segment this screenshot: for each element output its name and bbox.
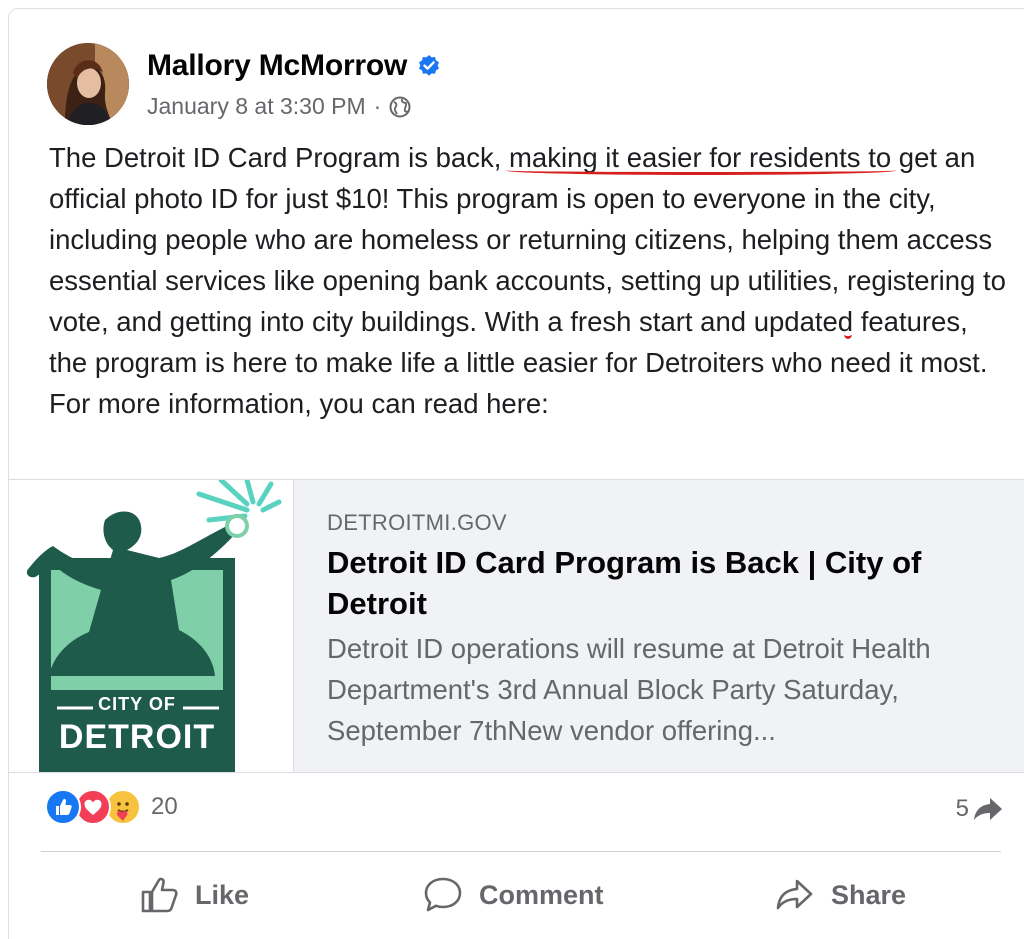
- reaction-count[interactable]: 20: [151, 793, 178, 821]
- link-description: Detroit ID operations will resume at Det…: [327, 633, 931, 746]
- share-button[interactable]: Share: [775, 865, 906, 925]
- globe-icon: [389, 96, 411, 117]
- author-name-row: Mallory McMorrow: [147, 49, 441, 83]
- link-preview-body[interactable]: DETROITMI.GOV Detroit ID Card Program is…: [327, 510, 1007, 751]
- post-card: Mallory McMorrow January 8 at 3:30 PM · …: [8, 8, 1024, 939]
- link-title[interactable]: Detroit ID Card Program is Back | City o…: [327, 542, 1007, 624]
- avatar-photo: [47, 43, 129, 125]
- comment-button[interactable]: Comment: [423, 865, 604, 925]
- link-preview[interactable]: CITY OF DETROIT DETROITMI.GOV Detroit ID…: [9, 479, 1024, 773]
- share-arrow-icon: [974, 798, 1002, 820]
- like-button[interactable]: Like: [139, 865, 249, 925]
- share-count[interactable]: 5: [956, 795, 1003, 823]
- city-of-detroit-logo: CITY OF DETROIT: [9, 480, 294, 772]
- share-count-value: 5: [955, 795, 969, 822]
- thumbs-up-icon: [141, 877, 178, 913]
- reaction-summary[interactable]: 20: [45, 789, 178, 825]
- share-label: Share: [831, 879, 907, 910]
- author-name[interactable]: Mallory McMorrow: [147, 49, 407, 83]
- link-domain: DETROITMI.GOV: [327, 510, 507, 535]
- post-text-part: The Detroit ID Card Program is back,: [49, 142, 510, 173]
- author-avatar[interactable]: [47, 43, 129, 125]
- post-meta: January 8 at 3:30 PM ·: [147, 93, 411, 120]
- underlined-phrase-easier: making it easier for residents to: [509, 142, 892, 173]
- comment-bubble-icon: [424, 877, 462, 912]
- actions-divider: [41, 851, 1001, 852]
- meta-separator: ·: [373, 93, 382, 119]
- comment-label: Comment: [479, 879, 604, 910]
- post-text: The Detroit ID Card Program is back, mak…: [49, 137, 1009, 424]
- post-text-part: , and getting into city buildings. With …: [49, 306, 988, 419]
- logo-text-detroit: DETROIT: [58, 718, 216, 756]
- logo-text-city-of: CITY OF: [98, 694, 176, 714]
- share-icon: [776, 879, 813, 910]
- post-actions: Like Comment Share: [9, 865, 1024, 925]
- post-timestamp[interactable]: January 8 at 3:30 PM: [147, 93, 366, 120]
- like-reaction-icon: [45, 789, 81, 825]
- like-label: Like: [195, 879, 250, 910]
- verified-badge-icon: [419, 55, 440, 76]
